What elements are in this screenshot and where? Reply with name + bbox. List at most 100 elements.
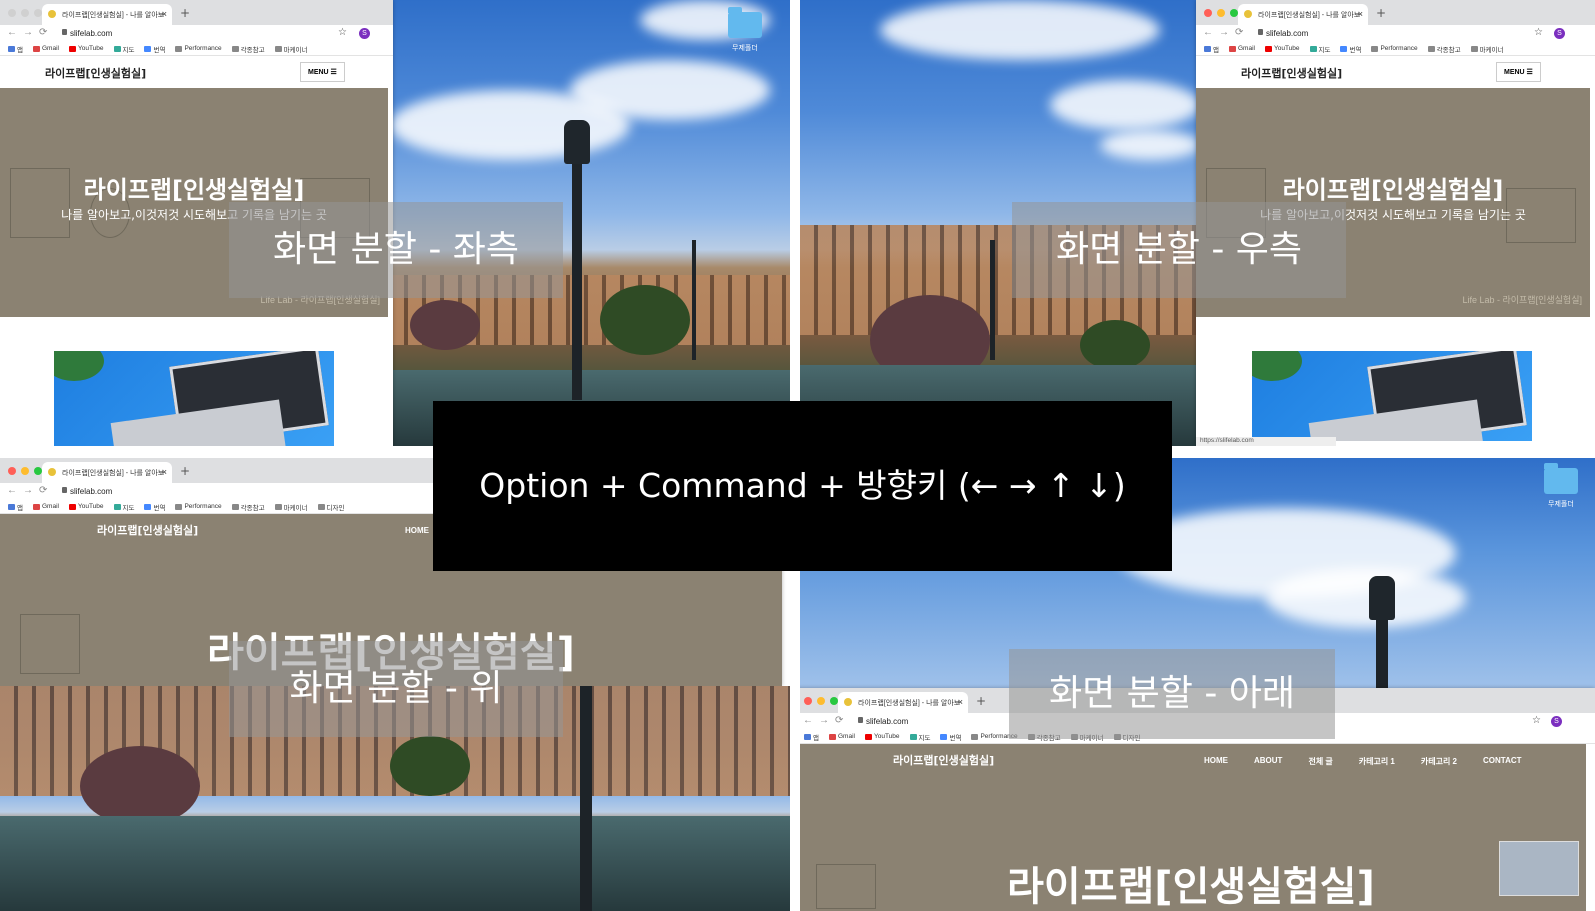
hero-title: 라이프랩[인생실험실] xyxy=(83,176,305,204)
avatar[interactable]: S xyxy=(1554,28,1565,39)
url-text[interactable]: slifelab.com xyxy=(866,717,908,726)
browser-tab[interactable]: 라이프랩[인생실험실] - 나를 알아보 × xyxy=(838,692,968,713)
site-logo[interactable]: 라이프랩[인생실험실] xyxy=(45,65,146,81)
site-header: 라이프랩[인생실험실] MENU ☰ xyxy=(0,56,393,88)
folder-icon[interactable] xyxy=(728,7,762,38)
nav-category-2[interactable]: 카테고리 2 xyxy=(1421,756,1457,767)
bookmark-star-icon[interactable]: ☆ xyxy=(1532,715,1541,726)
bookmark-performance[interactable]: Performance xyxy=(175,45,222,52)
bookmarks-bar: 앱 Gmail YouTube 지도 번역 Performance 각종참고 마… xyxy=(0,42,393,56)
hero-title: 라이프랩[인생실험실] xyxy=(1007,864,1375,910)
bookmark-performance[interactable]: Performance xyxy=(175,503,222,510)
site-logo[interactable]: 라이프랩[인생실험실] xyxy=(1241,65,1342,81)
bookmark-translate[interactable]: 번역 xyxy=(940,732,961,742)
site-logo[interactable]: 라이프랩[인생실험실] xyxy=(893,752,994,768)
quadrant-split-right: 라이프랩[인생실험실] - 나를 알아보 × + ←→⟳ slifelab.com… xyxy=(800,0,1595,446)
window-preview-thumbnail[interactable] xyxy=(1499,841,1579,896)
browser-tab[interactable]: 라이프랩[인생실험실] - 나를 알아보 × xyxy=(42,462,172,483)
nav-arrows-icon[interactable]: ←→⟳ xyxy=(7,485,53,496)
url-text[interactable]: slifelab.com xyxy=(70,29,112,38)
post-thumbnail[interactable] xyxy=(1252,351,1532,441)
favicon-icon xyxy=(844,698,852,706)
site-nav: HOME xyxy=(405,526,429,535)
bookmark-maps[interactable]: 지도 xyxy=(909,732,930,742)
close-tab-icon[interactable]: × xyxy=(1358,9,1363,19)
hero-banner: 라이프랩[인생실험실] HOME ABOUT 전체 글 카테고리 1 카테고리 … xyxy=(796,744,1586,911)
bookmark-reference[interactable]: 각종참고 xyxy=(231,502,265,512)
avatar[interactable]: S xyxy=(1551,716,1562,727)
bookmark-apps[interactable]: 앱 xyxy=(8,502,23,512)
browser-tab[interactable]: 라이프랩[인생실험실] - 나를 알아보 × xyxy=(42,4,172,25)
new-tab-icon[interactable]: + xyxy=(180,464,190,478)
bookmark-marketer[interactable]: 마케이너 xyxy=(1470,44,1504,54)
label-split-right: 화면 분할 - 우측 xyxy=(1012,202,1346,298)
folder-label: 무제폴더 xyxy=(732,45,758,52)
nav-category-1[interactable]: 카테고리 1 xyxy=(1359,756,1395,767)
nav-all-posts[interactable]: 전체 글 xyxy=(1308,756,1332,767)
nav-about[interactable]: ABOUT xyxy=(1254,756,1282,767)
lock-icon xyxy=(62,487,67,493)
bookmark-youtube[interactable]: YouTube xyxy=(1264,45,1300,52)
folder-label: 무제폴더 xyxy=(1548,501,1574,508)
menu-button[interactable]: MENU ☰ xyxy=(1496,62,1541,82)
tab-title: 라이프랩[인생실험실] - 나를 알아보 xyxy=(62,470,165,477)
nav-arrows-icon[interactable]: ←→⟳ xyxy=(7,27,53,38)
address-bar[interactable]: ←→⟳ slifelab.com ☆ S xyxy=(1196,25,1595,42)
bookmark-gmail[interactable]: Gmail xyxy=(32,45,59,52)
bookmark-maps[interactable]: 지도 xyxy=(113,44,134,54)
site-nav: HOME ABOUT 전체 글 카테고리 1 카테고리 2 CONTACT xyxy=(1204,756,1522,767)
bookmark-maps[interactable]: 지도 xyxy=(113,502,134,512)
address-bar[interactable]: ←→⟳ slifelab.com ☆ S xyxy=(0,25,393,42)
folder-icon[interactable] xyxy=(1544,463,1578,494)
bookmark-translate[interactable]: 번역 xyxy=(144,44,165,54)
bookmark-gmail[interactable]: Gmail xyxy=(32,503,59,510)
new-tab-icon[interactable]: + xyxy=(180,6,190,20)
bookmark-design[interactable]: 디자인 xyxy=(317,502,344,512)
bookmark-gmail[interactable]: Gmail xyxy=(828,733,855,740)
nav-arrows-icon[interactable]: ←→⟳ xyxy=(1203,27,1249,38)
url-text[interactable]: slifelab.com xyxy=(1266,29,1308,38)
bookmark-apps[interactable]: 앱 xyxy=(804,732,819,742)
close-tab-icon[interactable]: × xyxy=(162,467,167,477)
bookmark-apps[interactable]: 앱 xyxy=(1204,44,1219,54)
bookmark-maps[interactable]: 지도 xyxy=(1309,44,1330,54)
bookmark-youtube[interactable]: YouTube xyxy=(68,45,104,52)
bookmark-star-icon[interactable]: ☆ xyxy=(1534,27,1543,38)
label-split-top: 화면 분할 - 위 xyxy=(229,641,563,737)
bookmark-marketer[interactable]: 마케이너 xyxy=(274,502,308,512)
tab-title: 라이프랩[인생실험실] - 나를 알아보 xyxy=(858,700,961,707)
nav-home[interactable]: HOME xyxy=(405,526,429,535)
bookmark-star-icon[interactable]: ☆ xyxy=(338,27,347,38)
new-tab-icon[interactable]: + xyxy=(976,694,986,708)
nav-arrows-icon[interactable]: ←→⟳ xyxy=(803,715,849,726)
avatar[interactable]: S xyxy=(359,28,370,39)
post-thumbnail[interactable] xyxy=(54,351,334,446)
favicon-icon xyxy=(1244,10,1252,18)
close-tab-icon[interactable]: × xyxy=(958,697,963,707)
close-tab-icon[interactable]: × xyxy=(162,9,167,19)
nav-home[interactable]: HOME xyxy=(1204,756,1228,767)
browser-tab[interactable]: 라이프랩[인생실험실] - 나를 알아보 × xyxy=(1238,4,1368,25)
bookmark-gmail[interactable]: Gmail xyxy=(1228,45,1255,52)
bookmark-apps[interactable]: 앱 xyxy=(8,44,23,54)
label-split-left: 화면 분할 - 좌측 xyxy=(229,202,563,298)
site-logo[interactable]: 라이프랩[인생실험실] xyxy=(97,522,198,538)
bookmark-marketer[interactable]: 마케이너 xyxy=(274,44,308,54)
bookmark-translate[interactable]: 번역 xyxy=(1340,44,1361,54)
hero-title: 라이프랩[인생실험실] xyxy=(1282,176,1504,204)
bookmark-reference[interactable]: 각종참고 xyxy=(231,44,265,54)
menu-button[interactable]: MENU ☰ xyxy=(300,62,345,82)
url-text[interactable]: slifelab.com xyxy=(70,487,112,496)
lock-icon xyxy=(1258,29,1263,35)
new-tab-icon[interactable]: + xyxy=(1376,6,1386,20)
tab-strip: 라이프랩[인생실험실] - 나를 알아보 × + xyxy=(0,0,393,25)
bookmark-reference[interactable]: 각종참고 xyxy=(1427,44,1461,54)
bookmark-youtube[interactable]: YouTube xyxy=(68,503,104,510)
bookmark-translate[interactable]: 번역 xyxy=(144,502,165,512)
lock-icon xyxy=(62,29,67,35)
bookmark-performance[interactable]: Performance xyxy=(1371,45,1418,52)
tab-strip: 라이프랩[인생실험실] - 나를 알아보 × + xyxy=(1196,0,1595,25)
bookmark-youtube[interactable]: YouTube xyxy=(864,733,900,740)
bookmarks-bar: 앱 Gmail YouTube 지도 번역 Performance 각종참고 마… xyxy=(1196,42,1595,56)
nav-contact[interactable]: CONTACT xyxy=(1483,756,1522,767)
